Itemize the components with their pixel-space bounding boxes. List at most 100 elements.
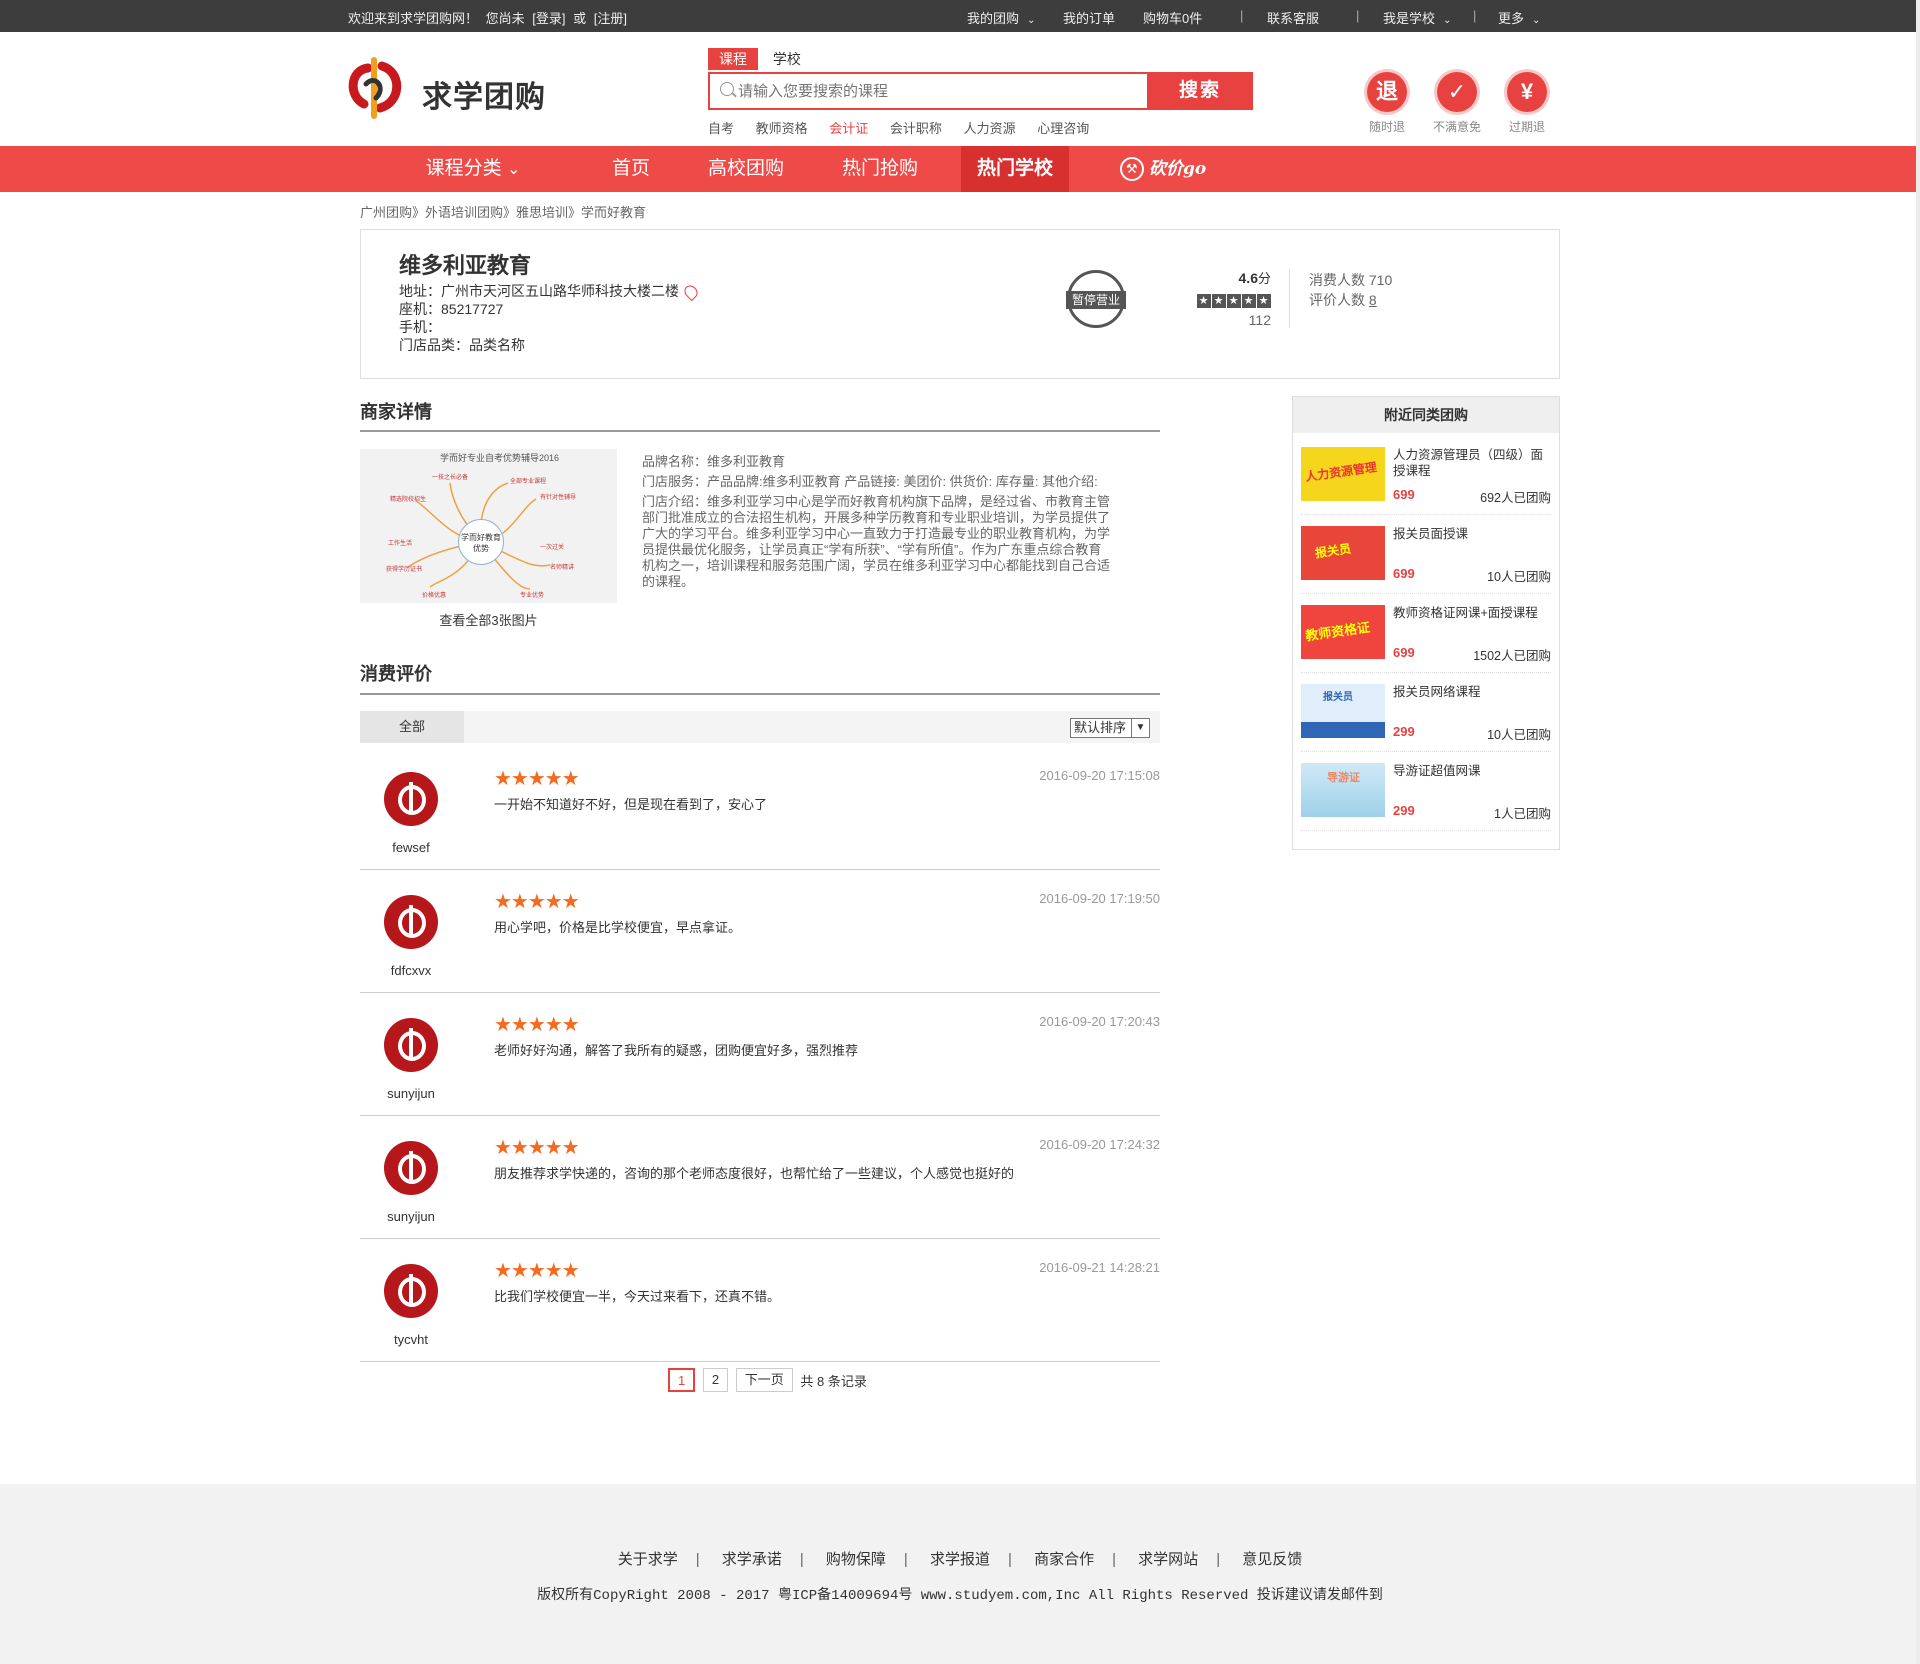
search-icon [720, 82, 734, 96]
sidebar-item[interactable]: 导游证 导游证超值网课 299 1人已团购 [1301, 753, 1551, 831]
nav-category-label: 课程分类 [425, 158, 502, 179]
avatar [384, 1141, 438, 1195]
refund-icon: 退 [1367, 72, 1407, 112]
shop-info-card: 维多利亚教育 地址：广州市天河区五山路华师科技大楼二楼 座机：85217727 … [360, 229, 1560, 379]
thumbnail-text: 报关员 [1323, 692, 1353, 703]
footer-link[interactable]: 求学网站 [1138, 1551, 1198, 1568]
item-bought: 692人已团购 [1480, 491, 1551, 505]
footer-link[interactable]: 求学报道 [930, 1551, 990, 1568]
review-text: 朋友推荐求学快递的，咨询的那个老师态度很好，也帮忙给了一些建议，个人感觉也挺好的 [494, 1166, 1015, 1181]
more-menu[interactable]: 更多 ⌄ [1498, 8, 1540, 27]
svg-text:一技之长必备: 一技之长必备 [432, 473, 468, 481]
footer-link[interactable]: 商家合作 [1034, 1551, 1094, 1568]
sidebar-item[interactable]: 人力资源管理 人力资源管理员（四级）面授课程 699 692人已团购 [1301, 437, 1551, 515]
view-all-photos-link[interactable]: 查看全部3张图片 [360, 610, 617, 629]
review-user: sunyijun [387, 1086, 435, 1101]
shop-landline: 座机：85217727 [399, 301, 504, 317]
keyword-link[interactable]: 教师资格 [756, 121, 808, 136]
sidebar-item[interactable]: 报关员 报关员面授课 699 10人已团购 [1301, 516, 1551, 594]
review-time: 2016-09-20 17:15:08 [1039, 768, 1160, 783]
next-page-button[interactable]: 下一页 [735, 1368, 793, 1392]
chevron-down-icon: ⌄ [1532, 15, 1541, 26]
footer-link[interactable]: 购物保障 [826, 1551, 886, 1568]
keyword-link[interactable]: 自考 [708, 121, 734, 136]
register-link[interactable]: [注册] [594, 11, 627, 26]
reviewers-count[interactable]: 8 [1369, 292, 1377, 308]
nav-college-group[interactable]: 高校团购 [698, 146, 794, 192]
item-title: 报关员面授课 [1393, 527, 1469, 541]
review-time: 2016-09-20 17:19:50 [1039, 891, 1160, 906]
scrollbar[interactable] [1916, 0, 1920, 1664]
status-text: 暂停营业 [1066, 291, 1126, 309]
divider [360, 430, 1160, 432]
nav-kanjia[interactable]: ⚒ 砍价go [1108, 146, 1218, 192]
my-orders-link[interactable]: 我的订单 [1063, 8, 1115, 27]
nav-hot-sale[interactable]: 热门抢购 [832, 146, 928, 192]
item-bought: 1人已团购 [1494, 807, 1551, 821]
nav-hot-school[interactable]: 热门学校 [961, 146, 1069, 192]
svg-text:价格优惠: 价格优惠 [422, 591, 446, 599]
divider: | [1008, 1551, 1012, 1568]
search-box: 搜索 [708, 72, 1253, 110]
course-thumbnail: 人力资源管理 [1301, 447, 1385, 501]
sidebar-item[interactable]: 教师资格证 教师资格证网课+面授课程 699 1502人已团购 [1301, 595, 1551, 673]
review-text: 一开始不知道好不好，但是现在看到了，安心了 [494, 797, 768, 812]
my-group-label: 我的团购 [967, 11, 1020, 26]
review-item: sunyijun ★★★★★ 2016-09-20 17:20:43 老师好好沟… [360, 992, 1160, 1116]
school-menu[interactable]: 我是学校 ⌄ [1383, 8, 1451, 27]
review-stars: ★★★★★ [494, 1260, 580, 1282]
filter-all-tab[interactable]: 全部 [360, 711, 464, 743]
guarantee-refund-anytime: 退 随时退 [1357, 72, 1417, 135]
tab-course[interactable]: 课程 [708, 48, 758, 70]
page-1[interactable]: 1 [668, 1368, 696, 1392]
footer-links: 关于求学 | 求学承诺 | 购物保障 | 求学报道 | 商家合作 | 求学网站 | 意见反馈 [0, 1548, 1920, 1569]
item-title: 教师资格证网课+面授课程 [1393, 606, 1538, 620]
my-group-link[interactable]: 我的团购 ⌄ [967, 8, 1035, 27]
divider: | [1473, 8, 1477, 23]
chevron-down-icon: ⌄ [1443, 15, 1452, 26]
item-title: 人力资源管理员（四级）面授课程 [1393, 448, 1544, 478]
check-icon: ✓ [1437, 72, 1477, 112]
tab-school[interactable]: 学校 [762, 48, 812, 70]
cart-link[interactable]: 购物车0件 [1143, 8, 1202, 27]
page-2[interactable]: 2 [702, 1368, 729, 1392]
divider: | [1216, 1551, 1221, 1568]
search-input[interactable] [738, 80, 1138, 102]
review-text: 老师好好沟通，解答了我所有的疑惑，团购便宜好多，强烈推荐 [494, 1043, 859, 1058]
section-title-reviews: 消费评价 [360, 664, 432, 684]
footer-link[interactable]: 关于求学 [618, 1551, 678, 1568]
footer-link[interactable]: 求学承诺 [722, 1551, 782, 1568]
chevron-down-icon: ▼ [1131, 719, 1149, 737]
search-button[interactable]: 搜索 [1147, 72, 1253, 110]
pagination: 1 2 下一页 共 8 条记录 [668, 1368, 867, 1392]
divider: | [799, 1551, 804, 1568]
item-price: 699 [1393, 645, 1415, 660]
divider: | [1240, 8, 1244, 23]
shop-photo[interactable]: 学而好专业自考优势辅导2016 一技之长必备 全部专业课程 精选院校招生 有针对性辅… [360, 449, 617, 603]
status-badge: 暂停营业 [1066, 270, 1126, 328]
avatar [384, 895, 438, 949]
sidebar-item[interactable]: 报关员 报关员网络课程 299 10人已团购 [1301, 674, 1551, 752]
contact-link[interactable]: 联系客服 [1267, 8, 1319, 27]
review-stars: ★★★★★ [494, 768, 580, 790]
review-time: 2016-09-20 17:20:43 [1039, 1014, 1160, 1029]
header: 求学团购 课程 学校 搜索 自考 教师资格 会计证 会计职称 人力资源 心理咨询… [0, 32, 1920, 146]
location-pin-icon[interactable] [681, 283, 701, 302]
keyword-link[interactable]: 人力资源 [964, 121, 1016, 136]
sort-select[interactable]: 默认排序 ▼ [1070, 718, 1150, 738]
breadcrumb[interactable]: 广州团购》外语培训团购》雅思培训》学而好教育 [360, 202, 646, 221]
avatar [384, 1264, 438, 1318]
thumbnail-text: 报关员 [1314, 541, 1352, 561]
keyword-link[interactable]: 会计职称 [890, 121, 942, 136]
keyword-link[interactable]: 心理咨询 [1037, 121, 1089, 136]
nav-category-menu[interactable]: 课程分类 ⌄ [408, 146, 538, 192]
review-item: tycvht ★★★★★ 2016-09-21 14:28:21 比我们学校便宜… [360, 1238, 1160, 1362]
svg-text:全部专业课程: 全部专业课程 [510, 477, 546, 485]
nav-home[interactable]: 首页 [596, 146, 666, 192]
divider: | [1356, 8, 1360, 23]
login-link[interactable]: [登录] [532, 11, 565, 26]
consumers-count: 710 [1368, 272, 1393, 288]
keyword-link[interactable]: 会计证 [829, 121, 868, 136]
star-icon: ★ [1227, 294, 1241, 308]
footer-link[interactable]: 意见反馈 [1242, 1551, 1302, 1568]
